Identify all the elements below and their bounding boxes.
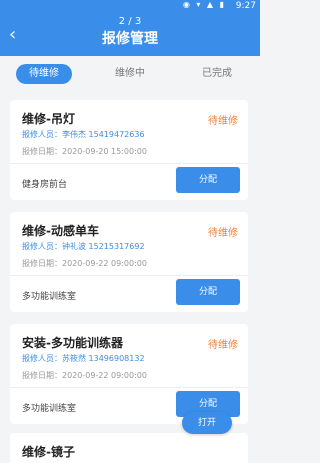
report-date: 报修日期：2020-09-22 09:00:00: [22, 259, 147, 268]
repair-name: 维修-镜子: [22, 445, 75, 459]
divider: [10, 163, 248, 164]
repair-card[interactable]: 维修-吊灯 待维修 报修人员：李伟杰 15419472636 报修日期：2020…: [10, 100, 248, 200]
location: 健身房前台: [22, 180, 68, 190]
assign-button[interactable]: 分配: [176, 167, 240, 193]
open-button[interactable]: 打开: [182, 412, 232, 434]
report-date: 报修日期：2020-09-20 15:00:00: [22, 147, 147, 156]
repair-card[interactable]: 安装-多功能训练器 待维修 报修人员：苏筱然 13496908132 报修日期：…: [10, 324, 248, 424]
tab-in-progress[interactable]: 维修中: [110, 64, 150, 84]
repair-card[interactable]: 维修-镜子: [10, 433, 248, 463]
repair-name: 安装-多功能训练器: [22, 336, 123, 350]
repair-name: 维修-动感单车: [22, 224, 99, 238]
reporter-info: 报修人员：苏筱然 13496908132: [22, 354, 145, 363]
divider: [10, 275, 248, 276]
status-icons: ◉ ▾ ▲ ▮: [182, 0, 226, 9]
page-title: 报修管理: [102, 31, 158, 47]
reporter-info: 报修人员：李伟杰 15419472636: [22, 130, 145, 139]
divider: [10, 387, 248, 388]
location: 多功能训练室: [22, 404, 77, 414]
status-time: 9:27: [235, 1, 256, 11]
tab-completed[interactable]: 已完成: [194, 64, 240, 84]
location: 多功能训练室: [22, 292, 77, 302]
app-header: ◉ ▾ ▲ ▮ 9:27 ‹ 2 / 3 报修管理: [0, 0, 260, 56]
status-tabs: 待维修 维修中 已完成: [0, 56, 260, 92]
page-indicator: 2 / 3: [118, 16, 142, 27]
status-bar: ◉ ▾ ▲ ▮ 9:27: [0, 0, 260, 14]
status-badge: 待维修: [208, 340, 238, 351]
assign-button[interactable]: 分配: [176, 279, 240, 305]
status-badge: 待维修: [208, 116, 238, 127]
repair-card[interactable]: 维修-动感单车 待维修 报修人员：钟礼波 15215317692 报修日期：20…: [10, 212, 248, 312]
status-badge: 待维修: [208, 228, 238, 239]
repair-name: 维修-吊灯: [22, 112, 75, 126]
reporter-info: 报修人员：钟礼波 15215317692: [22, 242, 145, 251]
tab-pending[interactable]: 待维修: [16, 64, 72, 84]
report-date: 报修日期：2020-09-22 09:00:00: [22, 371, 147, 380]
